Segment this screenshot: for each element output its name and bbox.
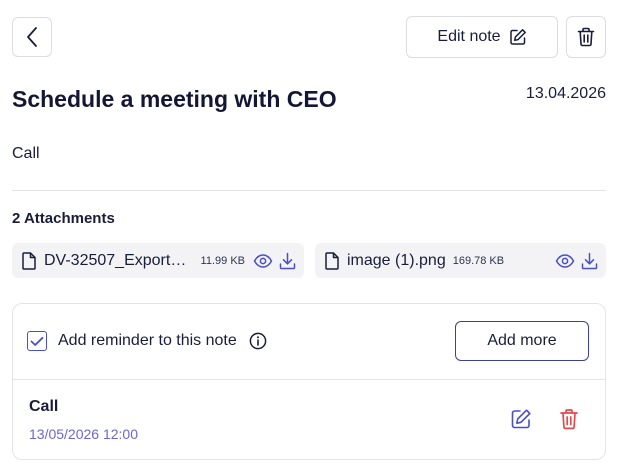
attachment-name: DV-32507_Export_2...	[44, 251, 194, 269]
pencil-square-icon	[511, 409, 531, 429]
attachment-item[interactable]: DV-32507_Export_2... 11.99 KB	[12, 243, 304, 278]
pencil-square-icon	[509, 28, 527, 46]
chevron-left-icon	[25, 26, 39, 48]
divider	[12, 190, 606, 191]
info-circle-icon[interactable]	[249, 332, 267, 350]
note-title: Schedule a meeting with CEO	[12, 86, 337, 112]
attachments-heading: 2 Attachments	[12, 210, 115, 227]
download-icon[interactable]	[581, 252, 598, 270]
reminder-header: Add reminder to this note Add more	[13, 304, 605, 380]
reminder-item-title: Call	[29, 398, 59, 415]
reminder-panel: Add reminder to this note Add more Call …	[12, 303, 606, 460]
note-date: 13.04.2026	[525, 85, 606, 102]
eye-icon[interactable]	[555, 253, 575, 268]
reminder-item-datetime: 13/05/2026 12:00	[29, 426, 138, 442]
attachment-size: 11.99 KB	[200, 254, 245, 267]
file-icon	[325, 251, 339, 270]
trash-icon	[577, 27, 595, 47]
download-icon[interactable]	[279, 252, 296, 270]
edit-note-button[interactable]: Edit note	[406, 16, 558, 58]
add-more-button[interactable]: Add more	[455, 321, 589, 361]
edit-note-label: Edit note	[437, 28, 501, 45]
note-body: Call	[12, 145, 40, 162]
eye-icon[interactable]	[253, 253, 273, 268]
delete-reminder-button[interactable]	[559, 408, 579, 430]
reminder-checkbox-label: Add reminder to this note	[58, 332, 237, 349]
trash-icon	[560, 409, 578, 430]
file-icon	[22, 251, 36, 270]
reminder-checkbox[interactable]	[27, 331, 47, 351]
attachment-name: image (1).png	[347, 251, 446, 269]
attachment-size: 169.78 KB	[452, 254, 505, 267]
delete-note-button[interactable]	[566, 16, 606, 58]
check-icon	[30, 336, 44, 347]
attachment-item[interactable]: image (1).png 169.78 KB	[315, 243, 606, 278]
back-button[interactable]	[12, 17, 52, 57]
edit-reminder-button[interactable]	[510, 408, 532, 430]
